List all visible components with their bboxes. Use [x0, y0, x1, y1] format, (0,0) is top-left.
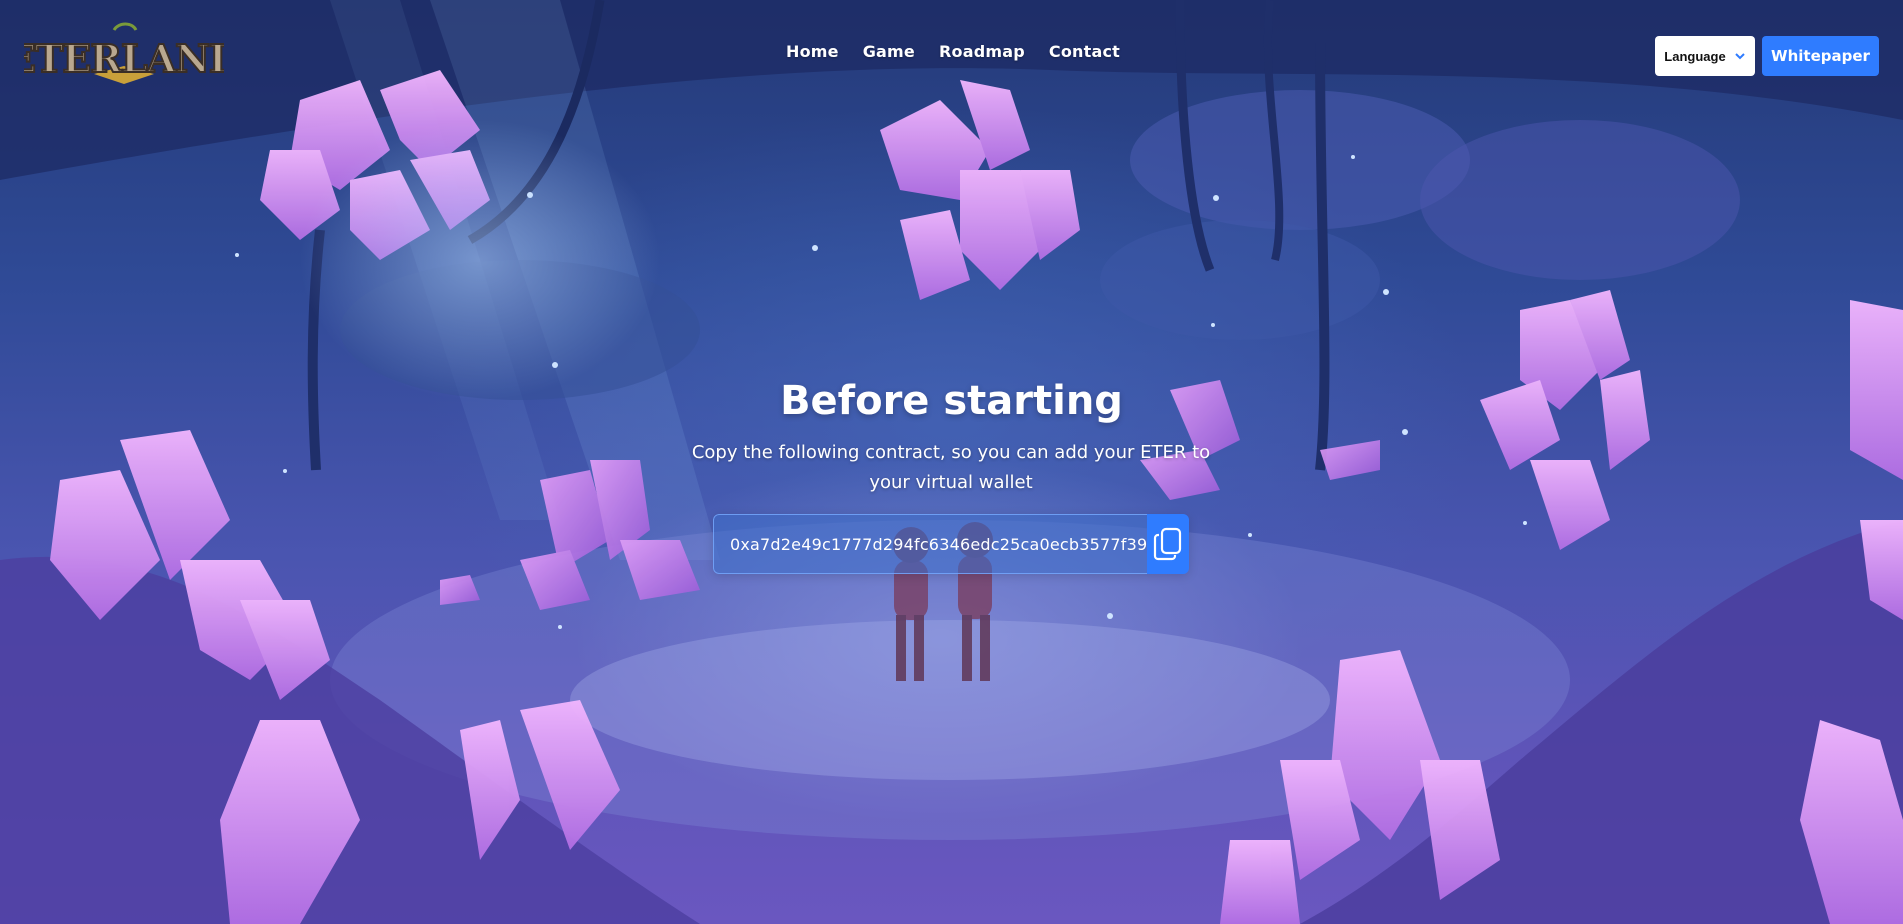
eterland-logo[interactable]: ETERLAND — [6, 22, 243, 88]
nav-game[interactable]: Game — [863, 42, 915, 61]
page-title: Before starting — [780, 378, 1123, 424]
language-select[interactable]: Language — [1655, 36, 1755, 76]
svg-text:ETERLAND: ETERLAND — [24, 36, 224, 81]
copy-icon — [1154, 527, 1182, 561]
main-nav: Home Game Roadmap Contact — [786, 42, 1120, 61]
nav-roadmap[interactable]: Roadmap — [939, 42, 1025, 61]
language-label: Language — [1664, 48, 1726, 64]
nav-contact[interactable]: Contact — [1049, 42, 1120, 61]
nav-home[interactable]: Home — [786, 42, 839, 61]
logo-emblem: ETERLAND — [6, 22, 243, 84]
chevron-down-icon — [1734, 53, 1745, 60]
contract-box: 0xa7d2e49c1777d294fc6346edc25ca0ecb3577f… — [713, 514, 1189, 574]
whitepaper-button[interactable]: Whitepaper — [1762, 36, 1879, 76]
page-subtitle: Copy the following contract, so you can … — [691, 442, 1211, 493]
contract-address-field[interactable]: 0xa7d2e49c1777d294fc6346edc25ca0ecb3577f… — [713, 514, 1148, 574]
copy-button[interactable] — [1147, 514, 1189, 574]
